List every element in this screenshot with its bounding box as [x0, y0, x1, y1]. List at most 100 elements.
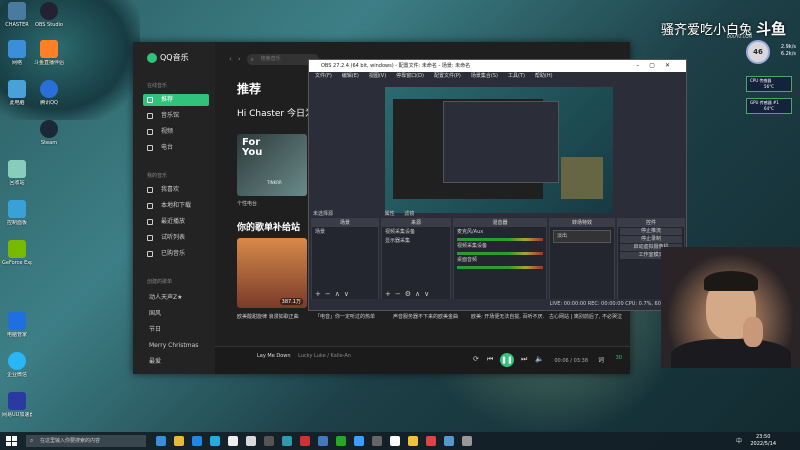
desktop-icon-douyu[interactable]: 斗鱼直播伴侣: [34, 40, 64, 66]
obs-status-bar: LIVE: 00:00:00 REC: 00:00:00 CPU: 0.7%, …: [309, 299, 686, 310]
taskbar-app-icon[interactable]: [246, 436, 256, 446]
desktop-icon-network[interactable]: 网络: [2, 40, 32, 66]
taskbar-app-icon[interactable]: [426, 436, 436, 446]
desktop-icon-wecom[interactable]: 企业微信: [2, 352, 32, 378]
sidebar-item-radio[interactable]: 电台: [143, 142, 209, 154]
taskbar-app-icon[interactable]: [156, 436, 166, 446]
qq-icon: [40, 80, 58, 98]
taskbar-app-icon[interactable]: [408, 436, 418, 446]
taskbar-app-icon[interactable]: [174, 436, 184, 446]
sidebar-item-favorites[interactable]: 我喜欢: [143, 184, 209, 196]
uu-accelerator-icon: [8, 392, 26, 410]
taskbar-app-icon[interactable]: [354, 436, 364, 446]
playlist-item[interactable]: 国风: [143, 308, 209, 320]
menu-view[interactable]: 视图(V): [369, 72, 386, 81]
douyu-logo: 斗鱼: [755, 20, 786, 38]
obs-window[interactable]: OBS 27.2.4 (64 bit, windows) - 配置文件: 未命名…: [308, 59, 687, 311]
taskbar-app-icon[interactable]: [444, 436, 454, 446]
mixer-meter[interactable]: [457, 252, 543, 255]
control-button[interactable]: 停止录制: [620, 236, 682, 243]
lyric-button[interactable]: 词: [598, 355, 604, 364]
sidebar-item-local[interactable]: 本地和下载: [143, 200, 209, 212]
menu-docks[interactable]: 停靠窗口(D): [396, 72, 424, 81]
desktop-icon-recycle-bin[interactable]: 回收站: [2, 160, 32, 186]
desktop-icon-obs[interactable]: OBS Studio: [34, 2, 64, 28]
desktop-icon-chaster[interactable]: CHASTER: [2, 2, 32, 28]
previous-icon[interactable]: ⏮: [487, 355, 493, 364]
taskbar-app-icon[interactable]: [372, 436, 382, 446]
sidebar-item-trial-list[interactable]: 试听列表: [143, 232, 209, 244]
desktop-icon-qq[interactable]: 腾讯QQ: [34, 80, 64, 106]
section-created-playlists: 创建的歌单: [147, 279, 173, 285]
qq-music-logo-icon: [147, 52, 157, 63]
taskbar-app-icon[interactable]: [264, 436, 274, 446]
taskbar-app-icon[interactable]: [210, 436, 220, 446]
playlist-tile[interactable]: 387.1万: [237, 238, 307, 308]
desktop-icon-uu[interactable]: 网易UU加速器: [2, 392, 32, 418]
taskbar-search-input[interactable]: 在这里输入你要搜索的内容: [26, 435, 146, 447]
scene-item[interactable]: 场景: [312, 227, 378, 238]
pause-button[interactable]: ❚❚: [500, 353, 514, 367]
playlist-item[interactable]: 动人天声Z★: [143, 292, 209, 304]
playlist-item[interactable]: 节日: [143, 324, 209, 336]
desktop-icon-this-pc[interactable]: 此电脑: [2, 80, 32, 106]
taskbar-clock[interactable]: 23:50 2022/5/14: [750, 434, 776, 448]
taskbar-app-icon[interactable]: [192, 436, 202, 446]
net-up: 2.9k/s: [780, 44, 796, 50]
music-note-icon: [147, 113, 153, 119]
forward-arrow-icon[interactable]: ›: [238, 55, 241, 63]
playlist-count[interactable]: 30: [616, 355, 622, 361]
source-item[interactable]: 显示器采集: [382, 238, 450, 247]
system-tray[interactable]: 中: [736, 436, 744, 445]
sources-dock-title: 来源: [382, 219, 450, 227]
douyu-url: DOUYU.COM: [726, 34, 752, 39]
menu-tools[interactable]: 工具(T): [508, 72, 525, 81]
mixer-channel-label: 桌面音频: [457, 257, 478, 263]
taskbar-app-icon[interactable]: [390, 436, 400, 446]
obs-preview[interactable]: [385, 87, 613, 213]
window-controls[interactable]: –▢✕: [636, 60, 680, 72]
filters-button[interactable]: 滤镜: [404, 211, 414, 217]
sidebar-item-video[interactable]: 视频: [143, 126, 209, 138]
taskbar-app-icon[interactable]: [228, 436, 238, 446]
source-item[interactable]: 视频采集设备: [382, 227, 450, 238]
playlist-item[interactable]: Merry Christmas: [143, 340, 209, 352]
sources-toolbar[interactable]: +−⚙∧∨: [382, 290, 450, 299]
back-arrow-icon[interactable]: ‹: [229, 55, 232, 63]
taskbar-app-icon[interactable]: [336, 436, 346, 446]
desktop-icon-pc-manager[interactable]: 电脑管家: [2, 312, 32, 338]
mixer-meter[interactable]: [457, 266, 543, 269]
volume-icon[interactable]: 🔈: [535, 355, 544, 363]
taskbar-app-icon[interactable]: [282, 436, 292, 446]
input-language[interactable]: 中: [736, 438, 744, 445]
desktop-icon-control-panel[interactable]: 控制面板: [2, 200, 32, 226]
sidebar-item-recent[interactable]: 最近播放: [143, 216, 209, 228]
repeat-icon[interactable]: ⟳: [473, 355, 479, 363]
windows-start-icon[interactable]: [4, 434, 18, 448]
webcam-shirt: [671, 339, 791, 368]
properties-button[interactable]: 属性: [385, 211, 395, 217]
playlist-item[interactable]: 最爱: [143, 356, 209, 368]
song-title: Lay Me Down: [257, 353, 291, 359]
menu-profile[interactable]: 配置文件(P): [434, 72, 461, 81]
next-icon[interactable]: ⏭: [521, 355, 527, 364]
mixer-meter[interactable]: [457, 238, 543, 241]
control-button[interactable]: 停止推流: [620, 228, 682, 235]
desktop-icon-geforce[interactable]: GeForce Experience: [2, 240, 32, 266]
webcam-hair: [704, 271, 758, 291]
desktop-icon-steam[interactable]: Steam: [34, 120, 64, 146]
menu-help[interactable]: 帮助(H): [535, 72, 553, 81]
transition-select[interactable]: 淡出: [553, 230, 611, 243]
taskbar-app-icon[interactable]: [300, 436, 310, 446]
taskbar-app-icon[interactable]: [462, 436, 472, 446]
scenes-dock-title: 场景: [312, 219, 378, 227]
sidebar-item-purchased[interactable]: 已购音乐: [143, 248, 209, 260]
taskbar-app-icon[interactable]: [318, 436, 328, 446]
sidebar-item-music-hall[interactable]: 音乐馆: [143, 110, 209, 122]
scenes-toolbar[interactable]: +−∧∨: [312, 290, 378, 299]
personal-radio-card[interactable]: For You TINKRR: [237, 134, 307, 196]
menu-scene-collection[interactable]: 场景集合(S): [471, 72, 498, 81]
menu-edit[interactable]: 编辑(E): [342, 72, 359, 81]
sidebar-item-recommend[interactable]: 推荐: [143, 94, 209, 106]
menu-file[interactable]: 文件(F): [315, 72, 332, 81]
